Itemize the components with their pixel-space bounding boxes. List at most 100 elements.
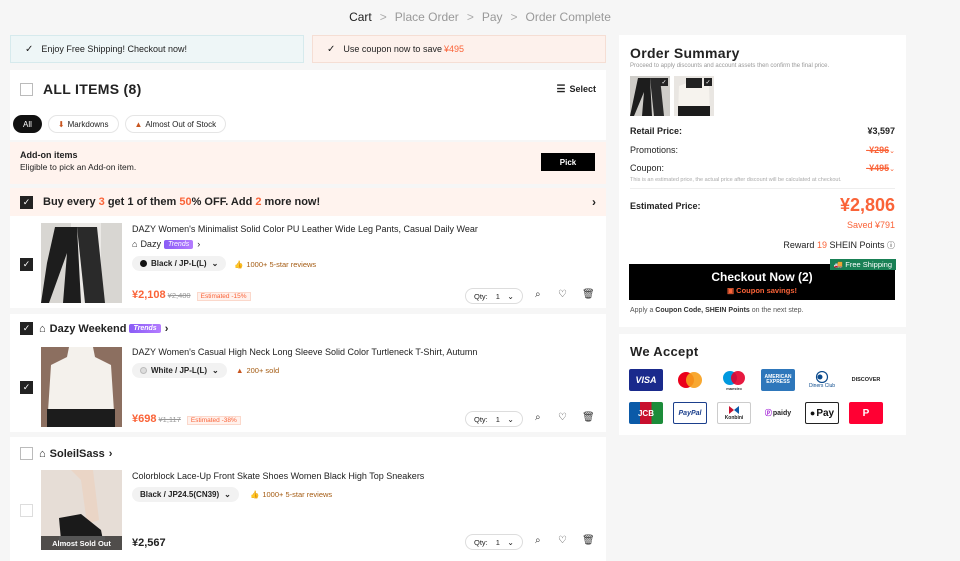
coupon-banner[interactable]: ✓ Use coupon now to save ¥495 <box>312 35 606 63</box>
konbini-label: Konbini <box>724 415 744 421</box>
maestro-icon: maestro <box>717 369 751 391</box>
item-checkbox[interactable] <box>20 504 33 517</box>
quantity-selector[interactable]: Qty: 1 ⌄ <box>465 534 523 550</box>
review-badge: 👍 1000+ 5-star reviews <box>250 490 332 499</box>
store-link[interactable]: ⌂ Dazy Trends › <box>132 239 200 249</box>
filter-almost-out[interactable]: ▲ Almost Out of Stock <box>124 115 227 133</box>
question-icon[interactable]: ⓘ <box>887 241 895 250</box>
trash-icon[interactable]: 🗑 <box>582 535 595 546</box>
qty-label: Qty: <box>474 414 488 424</box>
reward-points: Reward 19 SHEIN Points ⓘ <box>783 240 895 251</box>
variant-label: Black / JP-L(L) <box>151 259 207 268</box>
original-price: ¥1,117 <box>158 415 181 424</box>
estimated-price-value: ¥2,806 <box>839 195 895 215</box>
chevron-down-icon: ⌄ <box>507 537 514 547</box>
color-swatch <box>140 367 147 374</box>
mastercard-icon <box>673 369 707 391</box>
addon-desc: Eligible to pick an Add-on item. <box>20 162 137 172</box>
find-similar-icon[interactable]: ⌕ <box>535 535 541 546</box>
variant-selector[interactable]: Black / JP24.5(CN39) ⌄ <box>132 487 239 502</box>
store-checkbox[interactable] <box>20 447 33 460</box>
store-checkbox[interactable]: ✓ <box>20 322 33 335</box>
heart-icon[interactable]: ♡ <box>558 289 567 300</box>
trends-badge: Trends <box>163 239 194 249</box>
product-name[interactable]: DAZY Women's Casual High Neck Long Sleev… <box>132 347 477 357</box>
filter-all[interactable]: All <box>13 115 42 133</box>
apple-pay-label: Pay <box>816 407 835 419</box>
coupon-value-wrap: -¥495⌄ <box>866 163 895 173</box>
estimated-discount[interactable]: Estimated -15% <box>196 292 251 301</box>
quantity-selector[interactable]: Qty: 1 ⌄ <box>465 288 523 304</box>
promo-text-part: Buy every <box>43 196 99 208</box>
promo-bar[interactable]: ✓ Buy every 3 get 1 of them 50% OFF. Add… <box>10 188 606 216</box>
store-header-name[interactable]: ⌂ Dazy Weekend Trends › <box>39 323 168 335</box>
pick-button[interactable]: Pick <box>541 153 595 171</box>
chevron-down-icon: ⌄ <box>224 490 231 499</box>
review-badge-text: 1000+ 5-star reviews <box>246 260 317 269</box>
product-image-turtleneck[interactable] <box>41 347 122 427</box>
heart-icon[interactable]: ♡ <box>558 535 567 546</box>
check-icon: ✓ <box>660 78 668 86</box>
summary-thumb-pants[interactable]: ✓ <box>630 76 670 116</box>
chevron-down-icon: ⌄ <box>507 291 514 301</box>
variant-selector[interactable]: White / JP-L(L) ⌄ <box>132 363 227 378</box>
promotions-value: -¥296 <box>866 145 890 155</box>
item-checkbox[interactable]: ✓ <box>20 258 33 271</box>
coupon-row[interactable]: Coupon: -¥495⌄ <box>630 163 895 173</box>
quantity-selector[interactable]: Qty: 1 ⌄ <box>465 411 523 427</box>
item-checkbox[interactable]: ✓ <box>20 381 33 394</box>
sold-badge: ▲ 200+ sold <box>236 366 279 375</box>
summary-thumb-turtleneck[interactable]: ✓ <box>674 76 714 116</box>
find-similar-icon[interactable]: ⌕ <box>535 412 541 423</box>
svg-text:maestro: maestro <box>726 386 742 391</box>
promotions-row[interactable]: Promotions: -¥296⌄ <box>630 145 895 155</box>
product-name[interactable]: DAZY Women's Minimalist Solid Color PU L… <box>132 224 478 234</box>
store-header-name[interactable]: ⌂ SoleilSass › <box>39 448 112 460</box>
chevron-down-icon: ⌄ <box>211 259 219 268</box>
product-image-sneakers[interactable]: Almost Sold Out <box>41 470 122 550</box>
select-button[interactable]: ☰ Select <box>557 84 597 95</box>
breadcrumb: Cart > Place Order > Pay > Order Complete <box>0 10 960 24</box>
breadcrumb-order-complete: Order Complete <box>525 10 611 24</box>
breadcrumb-cart[interactable]: Cart <box>349 10 372 24</box>
all-items-title: ALL ITEMS (8) <box>43 81 142 97</box>
store-header[interactable]: ⌂ SoleilSass › <box>20 447 112 460</box>
check-icon: ✓ <box>327 43 336 55</box>
filter-bar: All ⬇ Markdowns ▲ Almost Out of Stock <box>10 108 606 140</box>
qty-label: Qty: <box>474 291 488 301</box>
select-label: Select <box>569 84 596 94</box>
select-all-checkbox[interactable] <box>20 82 33 96</box>
trash-icon[interactable]: 🗑 <box>582 289 595 300</box>
product-image-leather-pants[interactable] <box>41 223 122 303</box>
price-block: ¥2,567 <box>132 537 166 549</box>
product-name[interactable]: Colorblock Lace-Up Front Skate Shoes Wom… <box>132 471 424 481</box>
reward-suffix: SHEIN Points <box>826 240 885 250</box>
chevron-right-icon[interactable]: › <box>592 195 596 209</box>
paypal-icon: PayPal <box>673 402 707 424</box>
sold-badge-text: 200+ sold <box>246 366 280 375</box>
qty-value: 1 <box>495 291 500 301</box>
heart-icon[interactable]: ♡ <box>558 412 567 423</box>
estimated-discount[interactable]: Estimated -38% <box>186 416 241 425</box>
trends-badge: Trends <box>129 324 161 333</box>
chevron-down-icon: ⌄ <box>889 148 895 155</box>
chevron-down-icon: ⌄ <box>507 414 514 424</box>
apply-text: on the next step. <box>749 307 804 314</box>
checkout-coupon-savings-text: Coupon savings! <box>736 285 797 295</box>
visa-icon: VISA <box>629 369 663 391</box>
find-similar-icon[interactable]: ⌕ <box>535 289 541 300</box>
order-summary: Order Summary Proceed to apply discounts… <box>619 35 906 327</box>
free-shipping-banner[interactable]: ✓ Enjoy Free Shipping! Checkout now! <box>10 35 304 63</box>
chevron-right-icon: > <box>466 10 474 24</box>
retail-price-label: Retail Price: <box>630 126 683 136</box>
promo-group-checkbox[interactable]: ✓ <box>20 195 33 209</box>
cart-item-sneakers: ⌂ SoleilSass › Almost Sold Out Colorbloc… <box>10 437 606 561</box>
estimated-price-label: Estimated Price: <box>630 201 701 211</box>
variant-selector[interactable]: Black / JP-L(L) ⌄ <box>132 256 227 271</box>
store-header[interactable]: ✓ ⌂ Dazy Weekend Trends › <box>20 322 168 335</box>
trash-icon[interactable]: 🗑 <box>582 412 595 423</box>
apply-highlight: Coupon Code, SHEIN Points <box>655 307 750 314</box>
store-icon: ⌂ <box>132 239 138 249</box>
filter-markdowns[interactable]: ⬇ Markdowns <box>47 115 119 133</box>
promotions-value-wrap: -¥296⌄ <box>866 145 895 155</box>
